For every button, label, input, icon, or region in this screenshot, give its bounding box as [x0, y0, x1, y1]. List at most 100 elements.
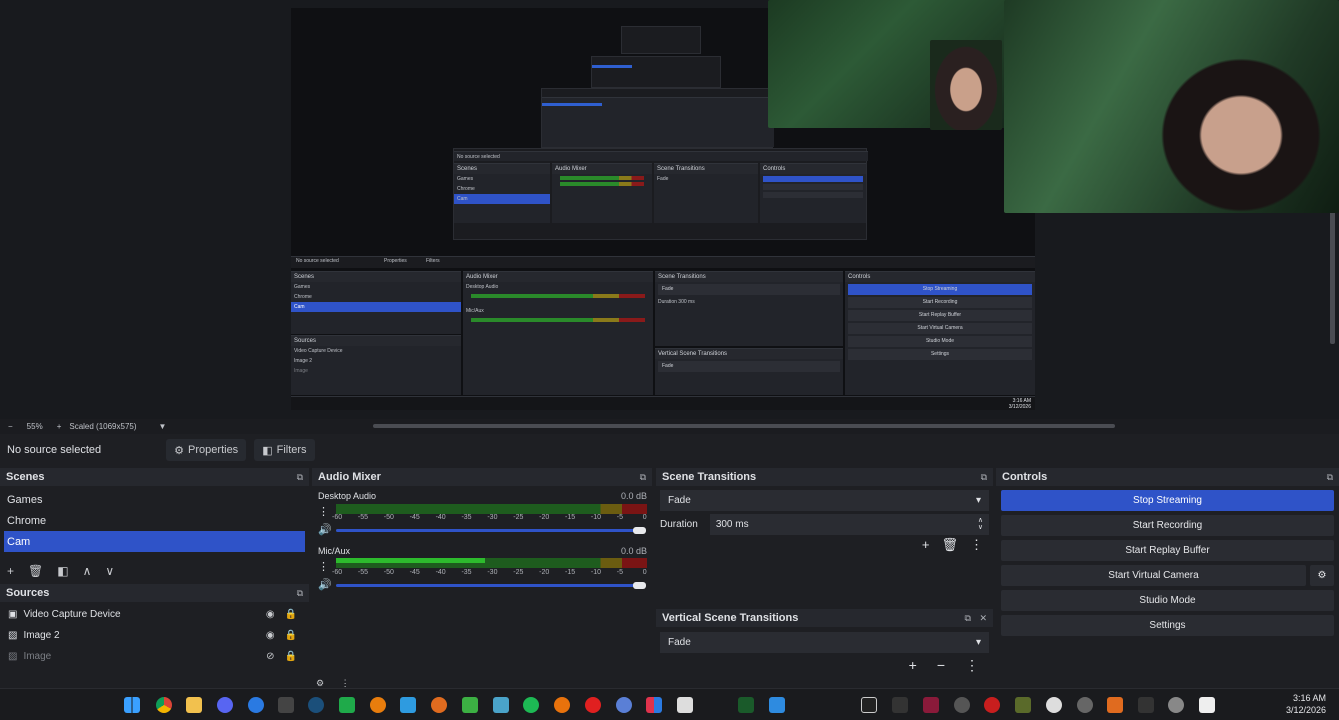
app-icon[interactable]: [738, 697, 754, 713]
steam-icon[interactable]: [308, 697, 324, 713]
mixer-channel-mic: Mic/Aux 0.0 dB ⋮ -60 -55 -50 -45 -40 -35 -30 -2…: [0, 542, 652, 597]
zoom-in-button[interactable]: +: [57, 422, 62, 431]
minecraft-icon[interactable]: [462, 697, 478, 713]
start-replay-buffer-button[interactable]: Start Replay Buffer: [1001, 540, 1334, 561]
zoom-out-button[interactable]: −: [8, 422, 13, 431]
meter-scale: -60 -55 -50 -45 -40 -35 -30 -25 -20 -15 -10 -5 0: [332, 569, 669, 576]
app-icon[interactable]: [677, 697, 693, 713]
youtube-icon[interactable]: [585, 697, 601, 713]
transition-menu-icon[interactable]: ⋮: [965, 657, 979, 674]
nested-mixer-dock: Audio Mixer Desktop Audio Mic/Aux: [463, 271, 653, 395]
app-icon[interactable]: [1107, 697, 1123, 713]
nested-source-bar: No source selected Properties Filters: [291, 256, 1035, 268]
vertical-transition-select[interactable]: Fade ▾: [660, 632, 989, 653]
add-transition-icon[interactable]: +: [922, 537, 930, 553]
source-item-image-2[interactable]: ▨ Image 2 ◉ 🔒: [0, 625, 309, 646]
stop-streaming-button[interactable]: Stop Streaming: [1001, 490, 1334, 511]
virtual-camera-settings-button[interactable]: ⚙: [1310, 565, 1334, 586]
undock-icon[interactable]: ⧉: [981, 472, 987, 483]
windows-taskbar: 3:16 AM 3/12/2026: [0, 688, 1339, 720]
discord-icon[interactable]: [217, 697, 233, 713]
app-icon[interactable]: [769, 697, 785, 713]
blender-icon[interactable]: [370, 697, 386, 713]
eye-hidden-icon[interactable]: ⊘: [266, 651, 274, 662]
speaker-icon[interactable]: 🔊: [318, 523, 332, 536]
close-icon[interactable]: ✕: [979, 613, 987, 623]
mixer-menu-icon[interactable]: ⋮: [341, 678, 350, 688]
app-icon[interactable]: [616, 697, 632, 713]
preview-canvas[interactable]: No source selected Scenes Games Chrome C…: [0, 0, 1339, 419]
settings-button[interactable]: Settings: [1001, 615, 1334, 636]
meter-tick-label: -40: [435, 514, 446, 521]
volume-slider-knob[interactable]: [633, 582, 646, 589]
selected-source-status: No source selected: [7, 444, 102, 456]
start-menu-icon[interactable]: [124, 697, 140, 713]
delete-transition-icon[interactable]: 🗑: [941, 537, 958, 553]
spotify-icon[interactable]: [523, 697, 539, 713]
app-icon[interactable]: [431, 697, 447, 713]
app-icon[interactable]: [923, 697, 939, 713]
zoom-level: 55%: [26, 422, 43, 431]
undock-icon[interactable]: ⧉: [297, 472, 303, 483]
app-icon[interactable]: [339, 697, 355, 713]
eye-icon[interactable]: ◉: [266, 630, 275, 641]
meter-tick-label: -40: [435, 569, 446, 576]
volume-slider[interactable]: [336, 529, 639, 532]
start-virtual-camera-button[interactable]: Start Virtual Camera: [1001, 565, 1306, 586]
meter-tick-label: -20: [539, 569, 550, 576]
eye-icon[interactable]: ◉: [266, 609, 275, 620]
lock-icon[interactable]: 🔒: [285, 609, 297, 620]
lock-icon[interactable]: 🔒: [285, 630, 297, 641]
settings-icon[interactable]: [1168, 697, 1184, 713]
channel-menu-icon[interactable]: ⋮: [318, 560, 329, 573]
add-transition-icon[interactable]: +: [909, 657, 917, 674]
scale-label: Scaled (1069x575): [69, 422, 137, 431]
meter-tick-label: -55: [357, 514, 369, 521]
transition-select[interactable]: Fade ▾: [660, 490, 989, 511]
start-recording-button[interactable]: Start Recording: [1001, 515, 1334, 536]
gear-icon: ⚙: [1317, 570, 1327, 581]
app-icon[interactable]: [954, 697, 970, 713]
app-icon[interactable]: [278, 697, 294, 713]
app-icon[interactable]: [984, 697, 1000, 713]
source-item-video-capture[interactable]: ▣ Video Capture Device ◉ 🔒: [0, 604, 309, 625]
app-icon[interactable]: [1046, 697, 1062, 713]
transition-menu-icon[interactable]: ⋮: [970, 537, 983, 553]
spin-arrows-icon[interactable]: ∧ ∨: [978, 517, 983, 531]
app-icon[interactable]: [400, 697, 416, 713]
system-clock[interactable]: 3:16 AM 3/12/2026: [1286, 692, 1326, 716]
app-icon[interactable]: [892, 697, 908, 713]
mixer-settings-icon[interactable]: ⚙: [316, 678, 324, 688]
undock-icon[interactable]: ⧉: [965, 613, 971, 623]
lock-icon[interactable]: 🔒: [285, 651, 297, 662]
speaker-icon[interactable]: 🔊: [318, 578, 332, 591]
app-icon[interactable]: [1138, 697, 1154, 713]
chrome-icon[interactable]: [156, 697, 172, 713]
nested-sources-dock: Sources Video Capture Device Image 2 Ima…: [291, 335, 461, 395]
scale-dropdown-icon[interactable]: ▼: [159, 422, 167, 431]
filters-button[interactable]: ◧ Filters: [254, 439, 315, 461]
undock-icon[interactable]: ⧉: [640, 472, 646, 483]
duration-spinbox[interactable]: 300 ms ∧ ∨: [709, 513, 989, 535]
controls-header: Controls ⧉: [996, 468, 1339, 486]
app-icon[interactable]: [493, 697, 509, 713]
volume-slider-knob[interactable]: [633, 527, 646, 534]
mini-scene: Games: [457, 176, 474, 182]
mixer-channel-desktop: Desktop Audio 0.0 dB ⋮ -60 -55 -50 -45 -40 -3…: [0, 487, 652, 542]
obs-icon[interactable]: [1199, 697, 1215, 713]
app-icon[interactable]: [248, 697, 264, 713]
properties-button[interactable]: ⚙ Properties: [166, 439, 247, 461]
app-icon[interactable]: [1077, 697, 1093, 713]
app-icon[interactable]: [1015, 697, 1031, 713]
file-explorer-icon[interactable]: [186, 697, 202, 713]
search-icon[interactable]: [554, 697, 570, 713]
preview-horizontal-scrollbar[interactable]: [373, 424, 1115, 428]
app-icon[interactable]: [646, 697, 662, 713]
volume-slider[interactable]: [336, 584, 639, 587]
remove-transition-icon[interactable]: −: [937, 657, 945, 674]
app-icon[interactable]: [861, 697, 877, 713]
undock-icon[interactable]: ⧉: [1327, 472, 1333, 483]
source-item-image[interactable]: ▨ Image ⊘ 🔒: [0, 646, 309, 667]
channel-menu-icon[interactable]: ⋮: [318, 505, 329, 518]
studio-mode-button[interactable]: Studio Mode: [1001, 590, 1334, 611]
